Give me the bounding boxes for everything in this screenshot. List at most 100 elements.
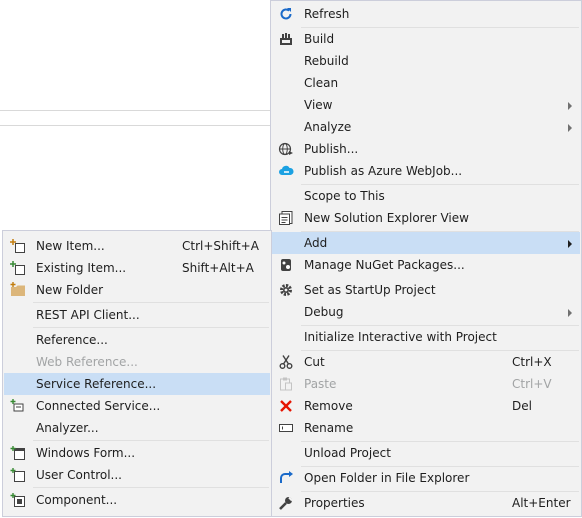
connected-service-icon: [10, 398, 26, 414]
menu-item-shortcut: Del: [512, 399, 532, 413]
menu-item-label: Open Folder in File Explorer: [304, 471, 470, 485]
menu-item-label: New Item...: [36, 239, 105, 253]
menu-item-label: Connected Service...: [36, 399, 161, 413]
menu-item-label: REST API Client...: [36, 308, 140, 322]
menu-item-label: Windows Form...: [36, 446, 136, 460]
submenu-item-component[interactable]: Component...: [4, 489, 270, 511]
submenu-item-web-reference[interactable]: Web Reference...: [4, 351, 270, 373]
menu-item-rebuild[interactable]: Rebuild: [272, 50, 580, 72]
menu-item-label: Paste: [304, 377, 337, 391]
menu-item-label: Existing Item...: [36, 261, 127, 275]
menu-item-remove[interactable]: Remove Del: [272, 395, 580, 417]
nuget-icon: [278, 257, 294, 273]
menu-item-label: New Solution Explorer View: [304, 211, 469, 225]
menu-item-view[interactable]: View: [272, 94, 580, 116]
menu-item-label: Publish as Azure WebJob...: [304, 164, 463, 178]
menu-item-label: Publish...: [304, 142, 359, 156]
submenu-arrow-icon: [568, 124, 572, 132]
build-icon: [278, 31, 294, 47]
wrench-icon: [278, 495, 294, 511]
scissors-icon: [278, 354, 294, 370]
menu-item-shortcut: Ctrl+V: [512, 377, 552, 391]
submenu-arrow-icon: [568, 309, 572, 317]
menu-item-label: Clean: [304, 76, 339, 90]
menu-item-label: Refresh: [304, 7, 350, 21]
menu-item-scope-to-this[interactable]: Scope to This: [272, 185, 580, 207]
menu-separator: [33, 440, 269, 441]
submenu-item-user-control[interactable]: User Control...: [4, 464, 270, 486]
new-folder-icon: [10, 282, 26, 298]
submenu-item-analyzer[interactable]: Analyzer...: [4, 417, 270, 439]
globe-icon: [278, 141, 294, 157]
user-control-icon: [10, 467, 26, 483]
menu-item-shortcut: Ctrl+X: [512, 355, 552, 369]
menu-item-set-startup-project[interactable]: Set as StartUp Project: [272, 279, 580, 301]
gear-icon: [278, 282, 294, 298]
menu-item-refresh[interactable]: Refresh: [272, 3, 580, 25]
submenu-item-windows-form[interactable]: Windows Form...: [4, 442, 270, 464]
menu-item-label: Cut: [304, 355, 325, 369]
menu-item-label: Reference...: [36, 333, 108, 347]
menu-item-label: Manage NuGet Packages...: [304, 258, 465, 272]
menu-item-initialize-interactive[interactable]: Initialize Interactive with Project: [272, 326, 580, 348]
menu-item-label: Component...: [36, 493, 118, 507]
menu-item-add[interactable]: Add: [272, 232, 580, 254]
menu-item-label: Properties: [304, 496, 365, 510]
submenu-item-new-folder[interactable]: New Folder: [4, 279, 270, 301]
menu-item-label: Build: [304, 32, 335, 46]
existing-item-icon: [10, 260, 26, 276]
menu-item-shortcut: Shift+Alt+A: [182, 261, 254, 275]
submenu-item-connected-service[interactable]: Connected Service...: [4, 395, 270, 417]
submenu-item-rest-api-client[interactable]: REST API Client...: [4, 304, 270, 326]
menu-item-debug[interactable]: Debug: [272, 301, 580, 323]
submenu-item-service-reference[interactable]: Service Reference...: [4, 373, 270, 395]
submenu-item-new-item[interactable]: New Item... Ctrl+Shift+A: [4, 235, 270, 257]
submenu-arrow-icon: [568, 240, 572, 248]
menu-item-label: Add: [304, 236, 328, 250]
open-folder-icon: [278, 470, 294, 486]
submenu-item-existing-item[interactable]: Existing Item... Shift+Alt+A: [4, 257, 270, 279]
menu-item-rename[interactable]: Rename: [272, 417, 580, 439]
windows-form-icon: [10, 445, 26, 461]
menu-item-label: Web Reference...: [36, 355, 138, 369]
menu-item-manage-nuget[interactable]: Manage NuGet Packages...: [272, 254, 580, 276]
remove-icon: [278, 398, 294, 414]
menu-separator: [33, 487, 269, 488]
menu-item-label: View: [304, 98, 333, 112]
paste-icon: [278, 376, 294, 392]
menu-item-label: Initialize Interactive with Project: [304, 330, 497, 344]
background-divider: [0, 125, 270, 126]
submenu-arrow-icon: [568, 102, 572, 110]
menu-item-label: Rename: [304, 421, 354, 435]
menu-item-open-folder[interactable]: Open Folder in File Explorer: [272, 467, 580, 489]
menu-item-properties[interactable]: Properties Alt+Enter: [272, 492, 580, 514]
menu-item-label: Scope to This: [304, 189, 385, 203]
menu-item-unload-project[interactable]: Unload Project: [272, 442, 580, 464]
menu-item-label: Rebuild: [304, 54, 349, 68]
refresh-icon: [278, 6, 294, 22]
menu-item-publish-azure-webjob[interactable]: Publish as Azure WebJob...: [272, 160, 580, 182]
menu-item-label: Remove: [304, 399, 353, 413]
solution-explorer-icon: [278, 210, 294, 226]
menu-item-label: User Control...: [36, 468, 122, 482]
menu-item-label: Service Reference...: [36, 377, 157, 391]
menu-item-label: Set as StartUp Project: [304, 283, 436, 297]
rename-icon: [278, 420, 294, 436]
new-item-icon: [10, 238, 26, 254]
menu-item-new-solution-explorer-view[interactable]: New Solution Explorer View: [272, 207, 580, 229]
menu-separator: [33, 327, 269, 328]
menu-item-shortcut: Alt+Enter: [512, 496, 571, 510]
menu-item-clean[interactable]: Clean: [272, 72, 580, 94]
project-context-menu: Refresh Build Rebuild Clean View Analyze…: [270, 0, 582, 517]
menu-item-publish[interactable]: Publish...: [272, 138, 580, 160]
menu-item-cut[interactable]: Cut Ctrl+X: [272, 351, 580, 373]
submenu-item-reference[interactable]: Reference...: [4, 329, 270, 351]
menu-item-analyze[interactable]: Analyze: [272, 116, 580, 138]
menu-item-label: Analyze: [304, 120, 352, 134]
component-icon: [10, 492, 26, 508]
menu-item-build[interactable]: Build: [272, 28, 580, 50]
menu-separator: [33, 302, 269, 303]
menu-item-label: Debug: [304, 305, 344, 319]
menu-item-paste[interactable]: Paste Ctrl+V: [272, 373, 580, 395]
menu-item-label: Analyzer...: [36, 421, 99, 435]
